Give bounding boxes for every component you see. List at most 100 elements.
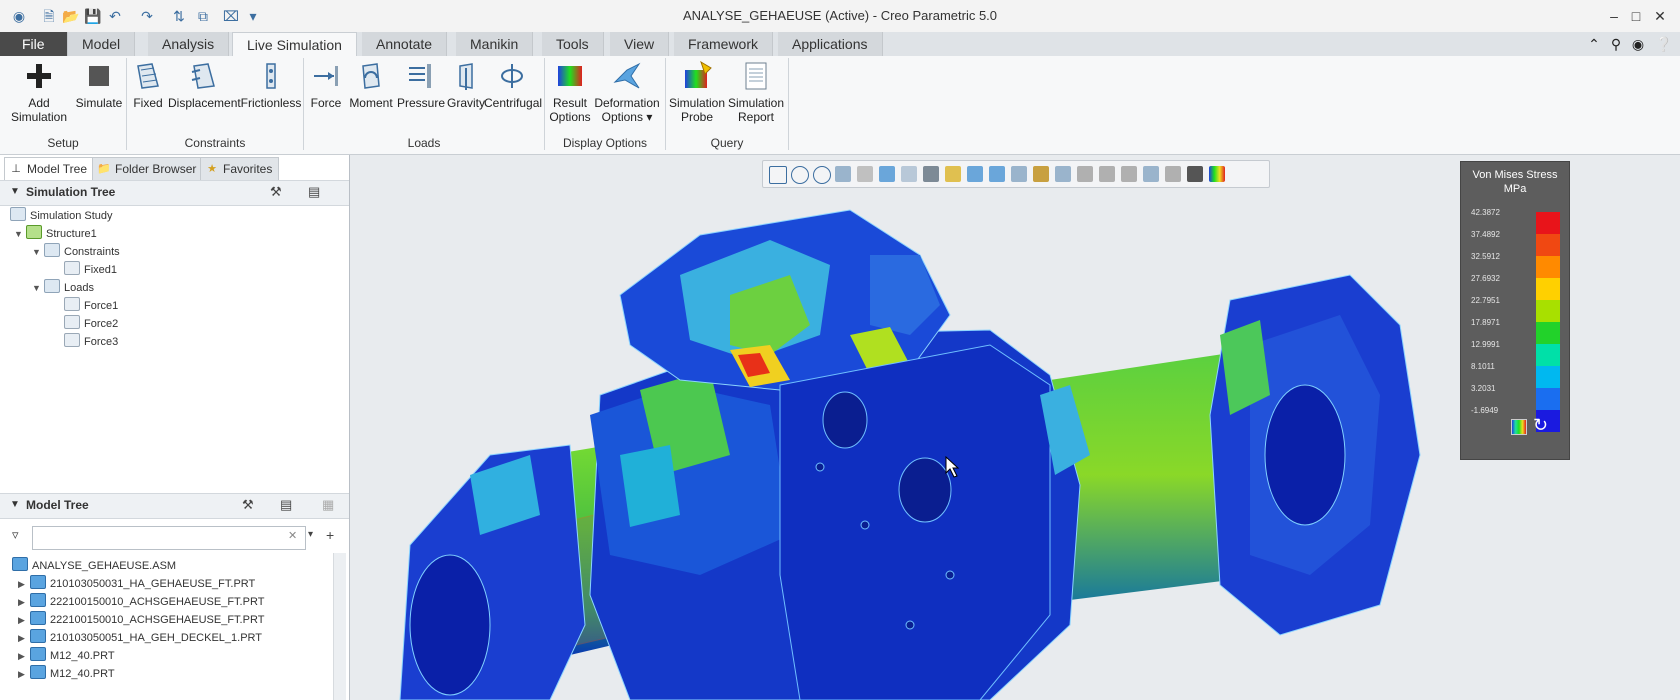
collapse-ribbon-icon[interactable]: ⌃ bbox=[1584, 34, 1604, 54]
tree-item-simulation-study[interactable]: Simulation Study bbox=[10, 207, 113, 225]
search-dropdown-icon[interactable]: ▾ bbox=[308, 529, 313, 540]
tree-columns-icon[interactable]: ▤ bbox=[280, 497, 292, 513]
displacement-button[interactable]: Displacement bbox=[168, 60, 241, 110]
tree-item-fixed1[interactable]: Fixed1 bbox=[64, 261, 117, 279]
help-icon[interactable]: ❔ bbox=[1654, 34, 1674, 54]
tree-item-force2[interactable]: Force2 bbox=[64, 315, 118, 333]
fixed-constraint-icon bbox=[137, 63, 159, 89]
legend-value: 22.7951 bbox=[1471, 296, 1500, 305]
tree-item-assembly[interactable]: ANALYSE_GEHAEUSE.ASM bbox=[12, 557, 176, 575]
group-label-setup[interactable]: Setup bbox=[0, 134, 126, 152]
gravity-button[interactable]: Gravity bbox=[446, 60, 486, 110]
assembly-icon bbox=[12, 557, 28, 571]
tab-folder-browser[interactable]: 📁 Folder Browser bbox=[92, 157, 204, 181]
tree-item-part[interactable]: ▶ M12_40.PRT bbox=[18, 647, 115, 665]
tree-item-part[interactable]: ▶ 222100150010_ACHSGEHAEUSE_FT.PRT bbox=[18, 611, 264, 629]
model-tree-search-input[interactable] bbox=[32, 526, 306, 550]
collapse-caret-icon[interactable]: ▼ bbox=[10, 499, 20, 510]
centrifugal-button[interactable]: Centrifugal bbox=[484, 60, 542, 110]
simulation-tree-title: Simulation Tree bbox=[26, 185, 116, 199]
tree-item-structure1[interactable]: ▼ Structure1 bbox=[14, 225, 97, 243]
tree-columns-icon[interactable]: ▤ bbox=[308, 184, 320, 200]
simulation-probe-icon bbox=[685, 60, 712, 88]
tree-item-part[interactable]: ▶ M12_40.PRT bbox=[18, 665, 115, 683]
expand-caret-icon[interactable]: ▶ bbox=[18, 611, 30, 629]
model-tree-header[interactable]: ▼ Model Tree ⚒ ▤ ▦ bbox=[0, 493, 349, 519]
ribbon-tab-bar: File Model Analysis Live Simulation Anno… bbox=[0, 32, 1680, 58]
legend-value: -1.6949 bbox=[1471, 406, 1499, 415]
tab-tools[interactable]: Tools bbox=[542, 32, 604, 56]
expand-caret-icon[interactable]: ▼ bbox=[32, 243, 44, 261]
add-simulation-button[interactable]: Add Simulation bbox=[6, 60, 72, 124]
tab-file[interactable]: File bbox=[0, 32, 68, 56]
simulation-report-button[interactable]: Simulation Report bbox=[726, 60, 786, 124]
force-item-icon bbox=[64, 315, 80, 329]
expand-caret-icon[interactable]: ▶ bbox=[18, 665, 30, 683]
tree-settings-icon[interactable]: ⚒ bbox=[270, 184, 282, 200]
maximize-icon[interactable]: □ bbox=[1626, 6, 1646, 26]
tab-analysis[interactable]: Analysis bbox=[148, 32, 230, 56]
tree-item-label: M12_40.PRT bbox=[50, 650, 115, 662]
legend-color-band bbox=[1536, 278, 1560, 300]
clear-search-icon[interactable]: ✕ bbox=[288, 529, 297, 542]
force-button[interactable]: Force bbox=[306, 60, 346, 110]
tab-live-simulation[interactable]: Live Simulation bbox=[232, 32, 357, 58]
tab-manikin[interactable]: Manikin bbox=[456, 32, 534, 56]
legend-color-band bbox=[1536, 212, 1560, 234]
legend-value: 17.8971 bbox=[1471, 318, 1500, 327]
tree-item-part[interactable]: ▶ 210103050031_HA_GEHAEUSE_FT.PRT bbox=[18, 575, 255, 593]
model-tree-scrollbar[interactable] bbox=[333, 553, 346, 700]
ribbon: Add Simulation Simulate Setup Fixed Disp… bbox=[0, 56, 1680, 155]
tree-item-constraints[interactable]: ▼ Constraints bbox=[32, 243, 120, 261]
expand-caret-icon[interactable]: ▶ bbox=[18, 593, 30, 611]
expand-caret-icon[interactable]: ▼ bbox=[32, 279, 44, 297]
result-options-button[interactable]: Result Options bbox=[548, 60, 592, 124]
tab-applications[interactable]: Applications bbox=[778, 32, 883, 56]
expand-caret-icon[interactable]: ▶ bbox=[18, 575, 30, 593]
tree-item-part[interactable]: ▶ 210103050051_HA_GEH_DECKEL_1.PRT bbox=[18, 629, 262, 647]
search-icon[interactable]: ⚲ bbox=[1606, 34, 1626, 54]
tab-model[interactable]: Model bbox=[68, 32, 136, 56]
community-icon[interactable]: ◉ bbox=[1628, 34, 1648, 54]
deformation-options-button[interactable]: Deformation Options ▾ bbox=[594, 60, 660, 124]
tree-item-label: Structure1 bbox=[46, 228, 97, 240]
tree-item-force3[interactable]: Force3 bbox=[64, 333, 118, 351]
reset-legend-icon[interactable]: ↻ bbox=[1533, 415, 1548, 435]
tree-item-part[interactable]: ▶ 222100150010_ACHSGEHAEUSE_FT.PRT bbox=[18, 593, 264, 611]
pressure-button[interactable]: Pressure bbox=[396, 60, 446, 110]
minimize-icon[interactable]: – bbox=[1604, 6, 1624, 26]
moment-button[interactable]: Moment bbox=[346, 60, 396, 110]
tree-item-label: 222100150010_ACHSGEHAEUSE_FT.PRT bbox=[50, 596, 265, 608]
color-spectrum-icon[interactable] bbox=[1511, 419, 1527, 435]
graphics-viewport[interactable]: Von Mises Stress MPa 42.3872 37.4892 32.59… bbox=[350, 155, 1680, 700]
simulate-button[interactable]: Simulate bbox=[74, 60, 124, 110]
stress-legend[interactable]: Von Mises Stress MPa 42.3872 37.4892 32.59… bbox=[1460, 161, 1570, 460]
expand-caret-icon[interactable]: ▶ bbox=[18, 647, 30, 665]
model-tree-icon: ⊥ bbox=[11, 163, 21, 175]
simulation-probe-button[interactable]: Simulation Probe bbox=[668, 60, 726, 124]
deformation-options-label-1: Deformation bbox=[594, 96, 660, 110]
displacement-icon bbox=[191, 63, 215, 89]
tab-view[interactable]: View bbox=[610, 32, 670, 56]
collapse-caret-icon[interactable]: ▼ bbox=[10, 186, 20, 197]
fixed-button[interactable]: Fixed bbox=[130, 60, 166, 110]
tree-item-loads[interactable]: ▼ Loads bbox=[32, 279, 94, 297]
simulation-tree-header[interactable]: ▼ Simulation Tree ⚒ ▤ bbox=[0, 180, 349, 206]
tree-item-label: Loads bbox=[64, 282, 94, 294]
tree-settings-icon[interactable]: ⚒ bbox=[242, 497, 254, 513]
tab-annotate[interactable]: Annotate bbox=[362, 32, 448, 56]
pressure-label: Pressure bbox=[396, 96, 446, 110]
tab-model-tree[interactable]: ⊥ Model Tree bbox=[4, 157, 95, 181]
close-icon[interactable]: ✕ bbox=[1650, 6, 1670, 26]
navigator-panel: ⊥ Model Tree 📁 Folder Browser ★ Favorites ▼… bbox=[0, 155, 350, 700]
filter-icon[interactable]: ▿ bbox=[12, 527, 19, 543]
tree-filter-toggle-icon[interactable]: ▦ bbox=[322, 497, 334, 513]
frictionless-button[interactable]: Frictionless bbox=[240, 60, 302, 110]
tab-favorites[interactable]: ★ Favorites bbox=[200, 157, 280, 181]
part-icon bbox=[30, 575, 46, 589]
expand-caret-icon[interactable]: ▼ bbox=[14, 225, 26, 243]
add-filter-icon[interactable]: + bbox=[326, 527, 334, 543]
expand-caret-icon[interactable]: ▶ bbox=[18, 629, 30, 647]
tree-item-force1[interactable]: Force1 bbox=[64, 297, 118, 315]
tab-framework[interactable]: Framework bbox=[674, 32, 774, 56]
